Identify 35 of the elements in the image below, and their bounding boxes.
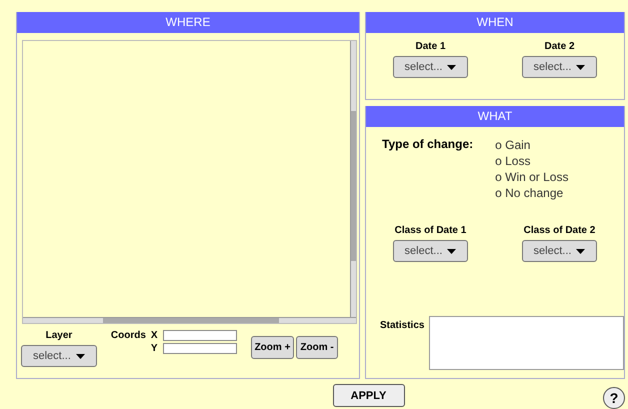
caret-icon [576, 64, 586, 70]
class-label: Class of Date 2 [524, 225, 596, 236]
caret-icon [76, 354, 85, 358]
y-coordinate-field[interactable] [162, 343, 237, 354]
class-label: Class of Date 1 [394, 225, 466, 236]
change-option[interactable]: o No change [495, 185, 568, 201]
layer-label: Layer [46, 330, 72, 341]
type-of-change-label: Type of change: [382, 137, 474, 153]
zoom-button[interactable]: Zoom - [296, 336, 338, 359]
select-dropdown[interactable]: select... [392, 240, 468, 262]
change-option[interactable]: o Gain [495, 137, 568, 153]
select-dropdown[interactable]: select... [522, 56, 598, 78]
panel-title: WHERE [17, 12, 359, 33]
panel-title: WHAT [366, 106, 624, 127]
select-dropdown[interactable]: select... [21, 345, 97, 367]
x-coordinate-field[interactable] [162, 330, 237, 341]
panel-title: WHEN [366, 12, 624, 33]
statistics-label: Statistics [380, 320, 424, 331]
change-option[interactable]: o Loss [495, 153, 568, 169]
coords-label: Coords [110, 330, 146, 341]
horizontal-scrollbar[interactable] [23, 317, 356, 323]
select-dropdown[interactable]: select... [522, 240, 598, 262]
zoom-button[interactable]: Zoom + [250, 336, 294, 359]
caret-icon [576, 248, 586, 254]
x-label: X [150, 330, 158, 341]
date-label: Date 2 [544, 41, 574, 52]
vertical-scrollbar[interactable] [350, 41, 356, 317]
caret-icon [447, 248, 456, 254]
help-button[interactable]: ? [603, 387, 625, 409]
date-label: Date 1 [415, 41, 446, 52]
apply-button[interactable]: APPLY [332, 384, 404, 407]
select-dropdown[interactable]: select... [392, 56, 468, 78]
caret-icon [447, 64, 456, 70]
y-label: Y [150, 343, 158, 354]
change-option[interactable]: o Win or Loss [495, 169, 568, 185]
